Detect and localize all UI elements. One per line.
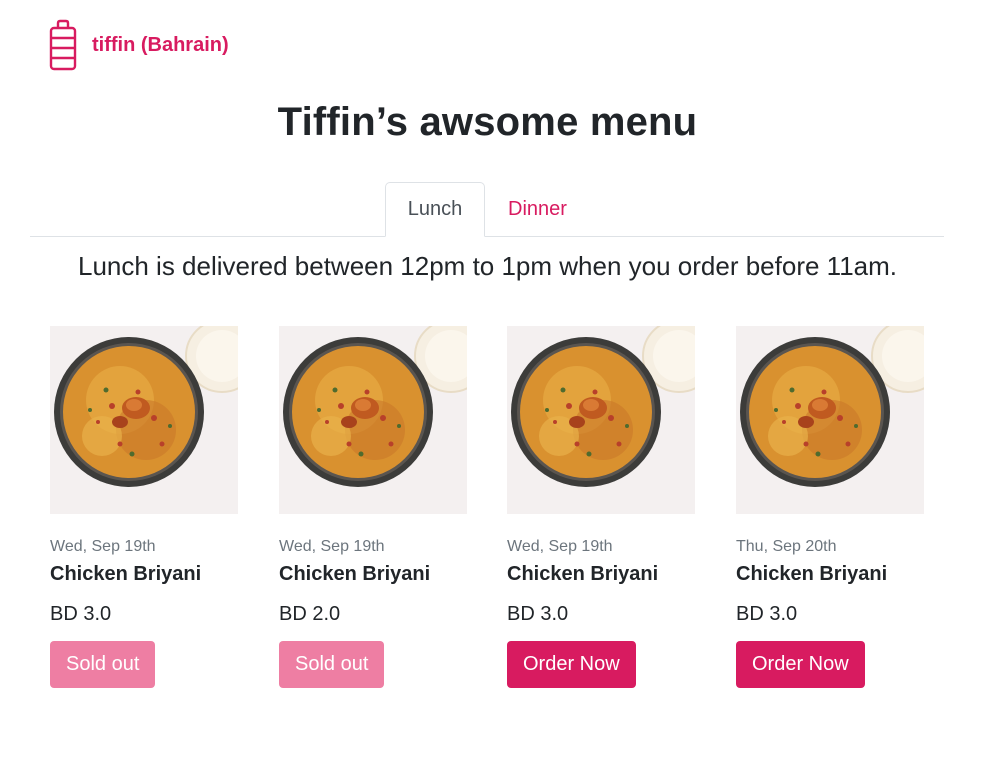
order-now-button[interactable]: Order Now: [736, 641, 865, 688]
meal-tabs: Lunch Dinner: [30, 182, 944, 237]
menu-card: Thu, Sep 20th Chicken Briyani BD 3.0 Ord…: [736, 326, 924, 688]
menu-card: Wed, Sep 19th Chicken Briyani BD 3.0 Sol…: [50, 326, 238, 688]
sold-out-button[interactable]: Sold out: [50, 641, 156, 688]
sold-out-button[interactable]: Sold out: [279, 641, 385, 688]
menu-date: Wed, Sep 19th: [50, 538, 156, 555]
brand-name: tiffin (Bahrain): [92, 33, 229, 56]
dish-name: Chicken Briyani: [50, 563, 202, 585]
dish-name: Chicken Briyani: [507, 563, 659, 585]
dish-image: [507, 326, 695, 514]
dish-price: BD 2.0: [279, 603, 341, 625]
tiffin-carrier-icon: [49, 19, 77, 71]
menu-card: Wed, Sep 19th Chicken Briyani BD 3.0 Ord…: [507, 326, 695, 688]
dish-price: BD 3.0: [736, 603, 798, 625]
dish-price: BD 3.0: [50, 603, 112, 625]
menu-card: Wed, Sep 19th Chicken Briyani BD 2.0 Sol…: [279, 326, 467, 688]
dish-image: [279, 326, 467, 514]
menu-date: Thu, Sep 20th: [736, 538, 837, 555]
brand-link[interactable]: tiffin (Bahrain): [48, 19, 229, 71]
dish-price: BD 3.0: [507, 603, 569, 625]
tab-lunch[interactable]: Lunch: [385, 182, 486, 237]
order-now-button[interactable]: Order Now: [507, 641, 636, 688]
dish-name: Chicken Briyani: [279, 563, 431, 585]
delivery-info: Lunch is delivered between 12pm to 1pm w…: [77, 251, 897, 281]
menu-date: Wed, Sep 19th: [279, 538, 385, 555]
tab-dinner[interactable]: Dinner: [486, 182, 589, 237]
dish-image: [736, 326, 924, 514]
dish-name: Chicken Briyani: [736, 563, 888, 585]
menu-date: Wed, Sep 19th: [507, 538, 613, 555]
page-title: Tiffin’s awsome menu: [277, 100, 698, 144]
dish-image: [50, 326, 238, 514]
